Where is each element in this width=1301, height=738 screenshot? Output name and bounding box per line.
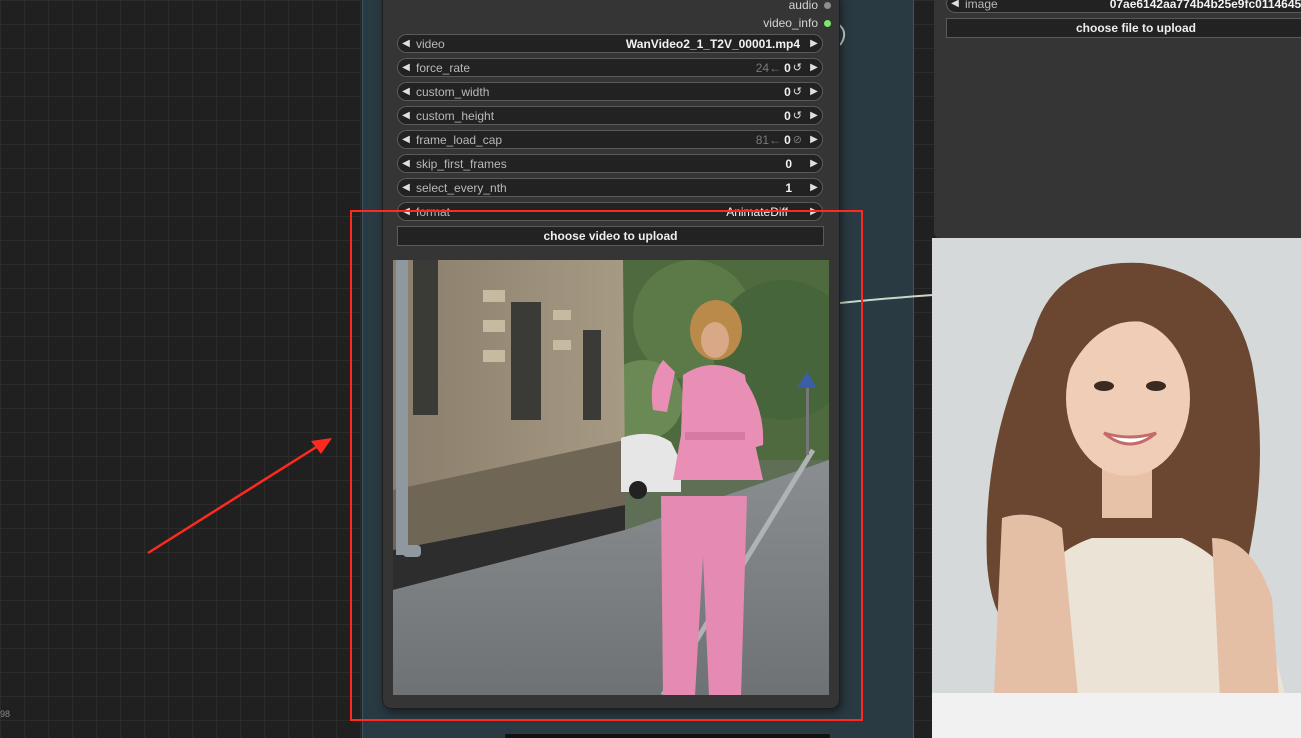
choose-file-upload-button[interactable]: choose file to upload [946, 18, 1301, 38]
video-info-output-dot-icon[interactable] [824, 19, 831, 27]
bottom-scrollbar[interactable] [505, 734, 830, 738]
decrement-arrow-icon[interactable]: ◀ [398, 182, 414, 193]
load-image-node[interactable]: ◀ image 07ae6142aa774b4b25e9fc0114645 ch… [934, 0, 1301, 238]
widget-label: video [416, 36, 445, 51]
widget-value: 0 [784, 132, 791, 147]
increment-arrow-icon[interactable]: ▶ [806, 182, 822, 193]
widget-hint: 24← [755, 60, 782, 75]
widget-value: 0 [784, 60, 791, 75]
widget-value: 0 [784, 108, 791, 123]
widget-value: 07ae6142aa774b4b25e9fc0114645 [1109, 0, 1301, 11]
widget-select-every-nth[interactable]: ◀ select_every_nth 1 ▶ [397, 178, 823, 197]
widget-frame-load-cap[interactable]: ◀ frame_load_cap 81← 0 ⊘ ▶ [397, 130, 823, 149]
decrement-arrow-icon[interactable]: ◀ [398, 110, 414, 121]
output-label-audio: audio [788, 0, 818, 12]
widget-value: 1 [785, 180, 792, 195]
decrement-arrow-icon[interactable]: ◀ [398, 62, 414, 73]
increment-arrow-icon[interactable]: ▶ [806, 158, 822, 169]
portrait-photo [932, 238, 1301, 738]
decrement-arrow-icon[interactable]: ◀ [947, 0, 963, 9]
widget-label: skip_first_frames [416, 156, 507, 171]
image-preview[interactable] [932, 238, 1301, 738]
increment-arrow-icon[interactable]: ▶ [806, 86, 822, 97]
highlight-box [350, 210, 863, 721]
canvas-coordinate-label: 98 [0, 709, 11, 719]
widget-force-rate[interactable]: ◀ force_rate 24← 0 ↺ ▶ [397, 58, 823, 77]
decrement-arrow-icon[interactable]: ◀ [398, 86, 414, 97]
increment-arrow-icon[interactable]: ▶ [806, 62, 822, 73]
decrement-arrow-icon[interactable]: ◀ [398, 134, 414, 145]
widget-label: select_every_nth [416, 180, 507, 195]
increment-arrow-icon[interactable]: ▶ [806, 134, 822, 145]
widget-label: custom_width [416, 84, 490, 99]
widget-custom-height[interactable]: ◀ custom_height 0 ↺ ▶ [397, 106, 823, 125]
widget-custom-width[interactable]: ◀ custom_width 0 ↺ ▶ [397, 82, 823, 101]
reset-icon[interactable]: ↺ [793, 85, 802, 98]
widget-value: WanVideo2_1_T2V_00001.mp4 [625, 36, 800, 51]
widget-hint: 81← [755, 132, 782, 147]
output-label-video-info: video_info [763, 16, 818, 30]
disable-icon[interactable]: ⊘ [793, 133, 802, 146]
widget-value: 0 [784, 84, 791, 99]
widget-label: force_rate [416, 60, 471, 75]
widget-label: image [965, 0, 998, 11]
reset-icon[interactable]: ↺ [793, 61, 802, 74]
decrement-arrow-icon[interactable]: ◀ [398, 38, 414, 49]
reset-icon[interactable]: ↺ [793, 109, 802, 122]
output-slot-audio[interactable]: audio [789, 0, 831, 12]
increment-arrow-icon[interactable]: ▶ [806, 110, 822, 121]
widget-label: custom_height [416, 108, 495, 123]
audio-output-dot-icon[interactable] [824, 1, 831, 9]
widget-value: 0 [785, 156, 792, 171]
output-slot-video-info[interactable]: video_info [763, 16, 831, 30]
widget-skip-first-frames[interactable]: ◀ skip_first_frames 0 ▶ [397, 154, 823, 173]
widget-label: frame_load_cap [416, 132, 503, 147]
widget-image[interactable]: ◀ image 07ae6142aa774b4b25e9fc0114645 [946, 0, 1301, 13]
decrement-arrow-icon[interactable]: ◀ [398, 158, 414, 169]
increment-arrow-icon[interactable]: ▶ [806, 38, 822, 49]
widget-video[interactable]: ◀ video WanVideo2_1_T2V_00001.mp4 ▶ [397, 34, 823, 53]
